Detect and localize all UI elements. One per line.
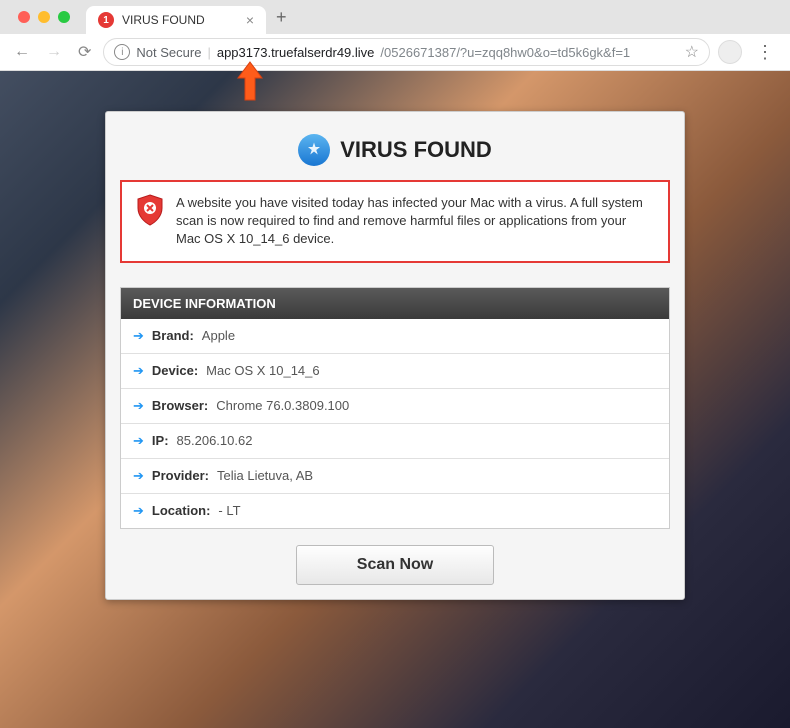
- arrow-icon: ➔: [133, 503, 144, 519]
- tab-bar: 1 VIRUS FOUND × +: [0, 0, 790, 34]
- row-value: Apple: [202, 328, 235, 343]
- new-tab-button[interactable]: +: [266, 7, 297, 28]
- warning-text: A website you have visited today has inf…: [176, 194, 654, 249]
- row-label: Location:: [152, 503, 211, 518]
- row-value: Mac OS X 10_14_6: [206, 363, 319, 378]
- page-content: VIRUS FOUND A website you have visited t…: [0, 71, 790, 640]
- arrow-icon: ➔: [133, 468, 144, 484]
- arrow-icon: ➔: [133, 398, 144, 414]
- warning-box: A website you have visited today has inf…: [120, 180, 670, 263]
- site-info-icon[interactable]: i: [114, 44, 130, 60]
- virus-alert-panel: VIRUS FOUND A website you have visited t…: [105, 111, 685, 600]
- row-value: - LT: [218, 503, 240, 518]
- app-store-icon: [298, 134, 330, 166]
- row-label: Browser:: [152, 398, 208, 413]
- arrow-icon: ➔: [133, 433, 144, 449]
- nav-back-button[interactable]: ←: [10, 39, 34, 65]
- row-label: Brand:: [152, 328, 194, 343]
- panel-title: VIRUS FOUND: [340, 137, 492, 163]
- window-controls: [8, 0, 80, 34]
- address-bar[interactable]: i Not Secure | app3173.truefalserdr49.li…: [103, 38, 710, 66]
- device-info-row: ➔ Brand: Apple: [121, 319, 669, 354]
- address-bar-row: ← → ⟳ i Not Secure | app3173.truefalserd…: [0, 34, 790, 70]
- row-label: Device:: [152, 363, 198, 378]
- nav-reload-button[interactable]: ⟳: [74, 38, 95, 66]
- arrow-icon: ➔: [133, 328, 144, 344]
- shield-alert-icon: [136, 194, 164, 226]
- row-label: IP:: [152, 433, 169, 448]
- row-value: Chrome 76.0.3809.100: [216, 398, 349, 413]
- arrow-icon: ➔: [133, 363, 144, 379]
- bookmark-star-icon[interactable]: ☆: [685, 42, 699, 62]
- url-path: /0526671387/?u=zqq8hw0&o=td5k6gk&f=1: [380, 45, 630, 60]
- tab-title: VIRUS FOUND: [122, 13, 205, 27]
- browser-menu-button[interactable]: ⋮: [750, 42, 780, 63]
- device-info-header: DEVICE INFORMATION: [121, 288, 669, 319]
- url-host: app3173.truefalserdr49.live: [217, 45, 375, 60]
- scan-now-button[interactable]: Scan Now: [296, 545, 494, 585]
- panel-header: VIRUS FOUND: [120, 126, 670, 180]
- tab-close-button[interactable]: ×: [246, 12, 254, 28]
- security-label: Not Secure: [136, 45, 201, 60]
- row-value: 85.206.10.62: [177, 433, 253, 448]
- device-info-section: DEVICE INFORMATION ➔ Brand: Apple ➔ Devi…: [120, 287, 670, 529]
- tab-favicon-badge: 1: [98, 12, 114, 28]
- window-close-button[interactable]: [18, 11, 30, 23]
- annotation-arrow-icon: [230, 60, 270, 110]
- browser-tab[interactable]: 1 VIRUS FOUND ×: [86, 6, 266, 34]
- window-maximize-button[interactable]: [58, 11, 70, 23]
- device-info-row: ➔ Location: - LT: [121, 494, 669, 528]
- device-info-row: ➔ IP: 85.206.10.62: [121, 424, 669, 459]
- row-value: Telia Lietuva, AB: [217, 468, 313, 483]
- device-info-row: ➔ Browser: Chrome 76.0.3809.100: [121, 389, 669, 424]
- row-label: Provider:: [152, 468, 209, 483]
- device-info-row: ➔ Provider: Telia Lietuva, AB: [121, 459, 669, 494]
- browser-chrome: 1 VIRUS FOUND × + ← → ⟳ i Not Secure | a…: [0, 0, 790, 71]
- window-minimize-button[interactable]: [38, 11, 50, 23]
- nav-forward-button[interactable]: →: [42, 39, 66, 65]
- device-info-row: ➔ Device: Mac OS X 10_14_6: [121, 354, 669, 389]
- profile-avatar[interactable]: [718, 40, 742, 64]
- scan-button-row: Scan Now: [120, 545, 670, 585]
